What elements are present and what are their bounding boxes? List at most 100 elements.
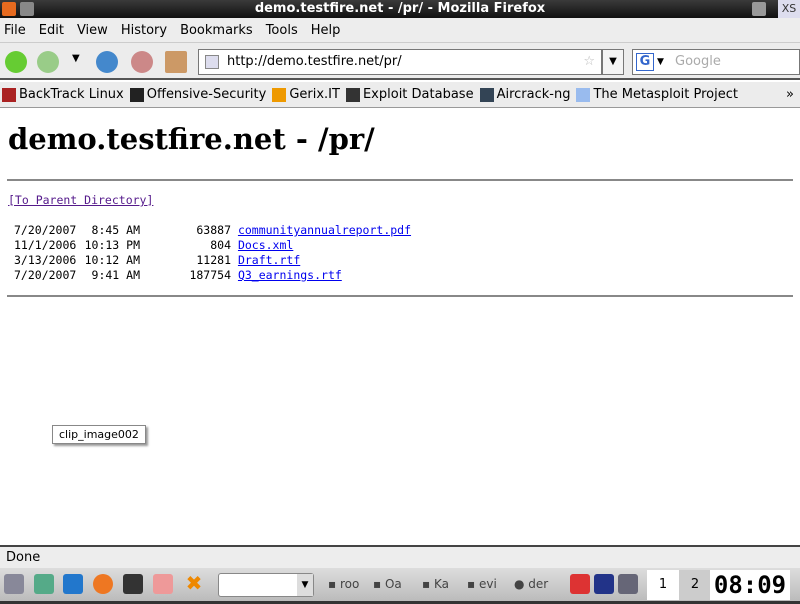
- window-title: demo.testfire.net - /pr/ - Mozilla Firef…: [254, 1, 546, 16]
- file-time: 10:12 AM: [84, 253, 140, 267]
- backtrack-menu-icon[interactable]: [4, 574, 24, 594]
- file-link[interactable]: Draft.rtf: [238, 253, 300, 267]
- minimize-icon[interactable]: [752, 2, 766, 16]
- firefox-launcher-icon[interactable]: [93, 574, 113, 594]
- menu-bar: File Edit View History Bookmarks Tools H…: [0, 18, 800, 42]
- file-size: 187754: [189, 268, 231, 282]
- window-menu-icon[interactable]: [20, 2, 34, 16]
- reload-icon[interactable]: [96, 51, 118, 73]
- taskbar: ✖ ▼ ▪ roo ▪ Oa ▪ Ka ▪ evi ● der 1 2 08:0…: [0, 568, 800, 604]
- aircrack-icon: [479, 87, 494, 102]
- home-icon[interactable]: [165, 51, 187, 73]
- bookmark-gerix[interactable]: Gerix.IT: [272, 87, 340, 102]
- forward-icon[interactable]: [37, 51, 59, 73]
- divider: [7, 179, 793, 181]
- task-label: roo: [339, 577, 360, 591]
- file-date: 3/13/2006: [14, 253, 77, 267]
- file-time: 10:13 PM: [84, 238, 140, 252]
- page-title: demo.testfire.net - /pr/: [8, 122, 375, 156]
- file-date: 11/1/2006: [14, 238, 77, 252]
- display-icon[interactable]: [594, 574, 614, 594]
- bookmark-exploit-database[interactable]: Exploit Database: [345, 87, 474, 102]
- history-dropdown-icon[interactable]: ▼: [72, 53, 80, 64]
- corner-label: XS: [778, 0, 800, 18]
- search-input[interactable]: G ▼ Google: [632, 49, 800, 75]
- menu-history[interactable]: History: [121, 23, 167, 38]
- engine-dropdown-icon[interactable]: ▼: [657, 50, 664, 74]
- task-editor[interactable]: ▪ evi: [467, 577, 497, 591]
- menu-tools[interactable]: Tools: [266, 23, 298, 38]
- chevron-down-icon[interactable]: ▼: [297, 574, 313, 596]
- bookmark-label: BackTrack Linux: [19, 87, 124, 102]
- task-label: Ka: [433, 577, 449, 591]
- bookmark-label: Gerix.IT: [289, 87, 340, 102]
- terminal-icon[interactable]: [123, 574, 143, 594]
- file-time: 8:45 AM: [91, 223, 140, 237]
- clock: 08:09: [710, 570, 790, 600]
- file-date: 7/20/2007: [14, 268, 77, 282]
- offsec-icon: [129, 87, 144, 102]
- bookmark-label: Offensive-Security: [146, 87, 267, 102]
- file-link[interactable]: Docs.xml: [238, 238, 293, 252]
- url-text: http://demo.testfire.net/pr/: [227, 54, 402, 69]
- site-identity-icon: [205, 55, 219, 69]
- bookmark-backtrack[interactable]: BackTrack Linux: [2, 87, 124, 102]
- exploit-db-icon: [345, 87, 360, 102]
- file-size: 63887: [196, 223, 231, 237]
- table-row: 11/1/2006 10:13 PM 804 Docs.xml: [14, 238, 293, 252]
- task-firefox[interactable]: ● der: [514, 577, 548, 591]
- task-label: evi: [478, 577, 497, 591]
- file-link[interactable]: Q3_earnings.rtf: [238, 268, 342, 282]
- menu-view[interactable]: View: [77, 23, 108, 38]
- menu-help[interactable]: Help: [311, 23, 341, 38]
- keyboard-layout-icon[interactable]: [570, 574, 590, 594]
- system-tray-icon[interactable]: [618, 574, 638, 594]
- tooltip: clip_image002: [52, 425, 146, 444]
- menu-edit[interactable]: Edit: [39, 23, 64, 38]
- firefox-icon: [2, 2, 16, 16]
- task-k[interactable]: ▪ Ka: [422, 577, 449, 591]
- task-label: Oa: [384, 577, 402, 591]
- desktop-icon[interactable]: [63, 574, 83, 594]
- parent-directory-link[interactable]: [To Parent Directory]: [8, 193, 153, 207]
- bookmark-label: Exploit Database: [362, 87, 474, 102]
- google-engine-icon[interactable]: G: [636, 53, 654, 71]
- file-size: 11281: [196, 253, 231, 267]
- bookmark-metasploit[interactable]: The Metasploit Project: [576, 87, 738, 102]
- menu-file[interactable]: File: [4, 23, 26, 38]
- bookmark-aircrack[interactable]: Aircrack-ng: [479, 87, 571, 102]
- metasploit-icon: [576, 87, 591, 102]
- backtrack-icon: [2, 87, 16, 102]
- x-tool-icon[interactable]: ✖: [184, 573, 204, 593]
- bookmark-label: Aircrack-ng: [496, 87, 571, 102]
- status-bar: Done: [0, 545, 800, 568]
- title-bar: demo.testfire.net - /pr/ - Mozilla Firef…: [0, 0, 800, 18]
- task-label: der: [528, 577, 549, 591]
- workspace-2[interactable]: 2: [679, 570, 711, 600]
- bookmarks-toolbar: BackTrack Linux Offensive-Security Gerix…: [0, 82, 800, 108]
- bookmark-star-icon[interactable]: ☆: [583, 50, 595, 74]
- launcher-combobox[interactable]: ▼: [218, 573, 314, 597]
- task-java[interactable]: ▪ Oa: [373, 577, 402, 591]
- file-time: 9:41 AM: [91, 268, 140, 282]
- bookmarks-overflow-button[interactable]: »: [786, 87, 794, 102]
- table-row: 7/20/2007 8:45 AM 63887 communityannualrep…: [14, 223, 411, 237]
- url-dropdown-button[interactable]: ▼: [602, 49, 624, 75]
- divider: [7, 295, 793, 297]
- page-content: demo.testfire.net - /pr/ [To Parent Dire…: [0, 108, 800, 545]
- url-bar[interactable]: http://demo.testfire.net/pr/ ☆: [198, 49, 602, 75]
- network-icon[interactable]: [34, 574, 54, 594]
- task-terminal[interactable]: ▪ roo: [328, 577, 359, 591]
- menu-bookmarks[interactable]: Bookmarks: [180, 23, 253, 38]
- table-row: 7/20/2007 9:41 AM 187754 Q3_earnings.rtf: [14, 268, 342, 282]
- stop-icon[interactable]: [131, 51, 153, 73]
- search-placeholder: Google: [675, 54, 721, 69]
- file-link[interactable]: communityannualreport.pdf: [238, 223, 411, 237]
- workspace-1[interactable]: 1: [647, 570, 679, 600]
- table-row: 3/13/2006 10:12 AM 11281 Draft.rtf: [14, 253, 300, 267]
- bookmark-offensive-security[interactable]: Offensive-Security: [129, 87, 267, 102]
- bookmark-label: The Metasploit Project: [593, 87, 738, 102]
- back-icon[interactable]: [5, 51, 27, 73]
- rss-icon[interactable]: [153, 574, 173, 594]
- file-size: 804: [210, 238, 231, 252]
